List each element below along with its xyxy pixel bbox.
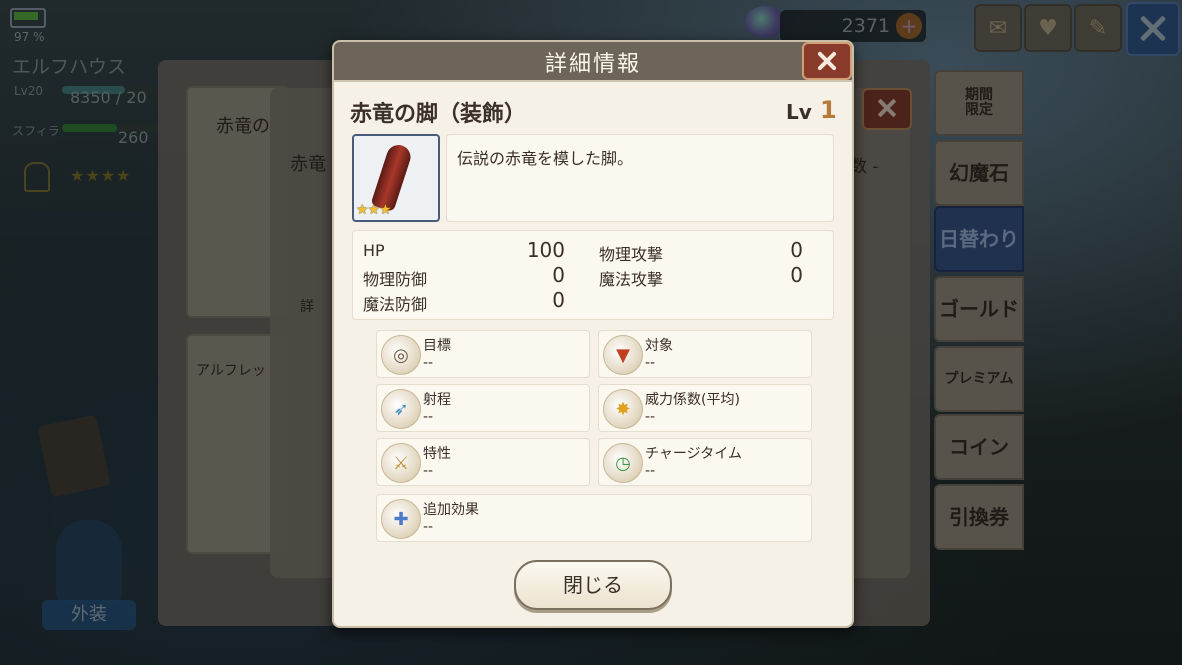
stat-hp-label: HP: [363, 241, 385, 260]
attribute-label: 威力係数(平均): [645, 392, 740, 408]
attribute-0: ◎ 目標 --: [376, 330, 590, 378]
attribute-value: --: [423, 355, 434, 371]
charge-clock-icon: ◷: [603, 443, 643, 483]
modal-header: 詳細情報: [334, 42, 852, 82]
modal-title: 詳細情報: [544, 52, 641, 77]
sword-plus-icon: ✚: [381, 499, 421, 539]
stats-panel: HP 100 物理防御 0 魔法防御 0 物理攻撃 0 魔法攻撃 0: [352, 230, 834, 320]
item-rarity-stars: ★★★: [356, 202, 392, 218]
attribute-label: 射程: [423, 392, 451, 408]
stat-mdef-value: 0: [552, 288, 565, 312]
item-description-box: 伝説の赤竜を模した脚。: [446, 134, 834, 222]
attribute-4: ⚔ 特性 --: [376, 438, 590, 486]
attribute-1: ▼ 対象 --: [598, 330, 812, 378]
attribute-label: 目標: [423, 338, 451, 354]
attribute-value: --: [645, 409, 656, 425]
attribute-3: ✸ 威力係数(平均) --: [598, 384, 812, 432]
attribute-label: チャージタイム: [645, 446, 743, 462]
stat-hp-value: 100: [526, 238, 565, 262]
attribute-label: 追加効果: [423, 502, 479, 518]
item-description: 伝説の赤竜を模した脚。: [457, 149, 634, 168]
attribute-2: ➶ 射程 --: [376, 384, 590, 432]
attribute-value: --: [645, 355, 656, 371]
stat-pdef-label: 物理防御: [363, 270, 428, 289]
attribute-label: 特性: [423, 446, 451, 462]
item-level-value: 1: [820, 96, 837, 124]
range-icon: ➶: [381, 389, 421, 429]
stat-matk-label: 魔法攻撃: [599, 270, 664, 289]
power-burst-icon: ✸: [603, 389, 643, 429]
stat-mdef-label: 魔法防御: [363, 295, 428, 314]
target-icon: ◎: [381, 335, 421, 375]
close-button[interactable]: 閉じる: [514, 560, 672, 610]
attribute-value: --: [645, 463, 656, 479]
stat-matk-value: 0: [790, 263, 803, 287]
attribute-value: --: [423, 519, 434, 535]
item-thumbnail: ★★★: [352, 134, 440, 222]
area-target-icon: ▼: [603, 335, 643, 375]
stat-patk-value: 0: [790, 238, 803, 262]
modal-close-button[interactable]: [802, 42, 852, 80]
item-name: 赤竜の脚（装飾）: [350, 102, 527, 127]
attribute-label: 対象: [645, 338, 673, 354]
stat-pdef-value: 0: [552, 263, 565, 287]
stat-patk-label: 物理攻撃: [599, 245, 664, 264]
item-level-label: Lv: [786, 100, 812, 124]
attribute-value: --: [423, 463, 434, 479]
attribute-value: --: [423, 409, 434, 425]
detail-modal: 詳細情報 赤竜の脚（装飾） Lv 1 ★★★ 伝説の赤竜を模した脚。 HP 10…: [332, 40, 854, 628]
sword-trait-icon: ⚔: [381, 443, 421, 483]
attribute-6: ✚ 追加効果 --: [376, 494, 812, 542]
attribute-5: ◷ チャージタイム --: [598, 438, 812, 486]
